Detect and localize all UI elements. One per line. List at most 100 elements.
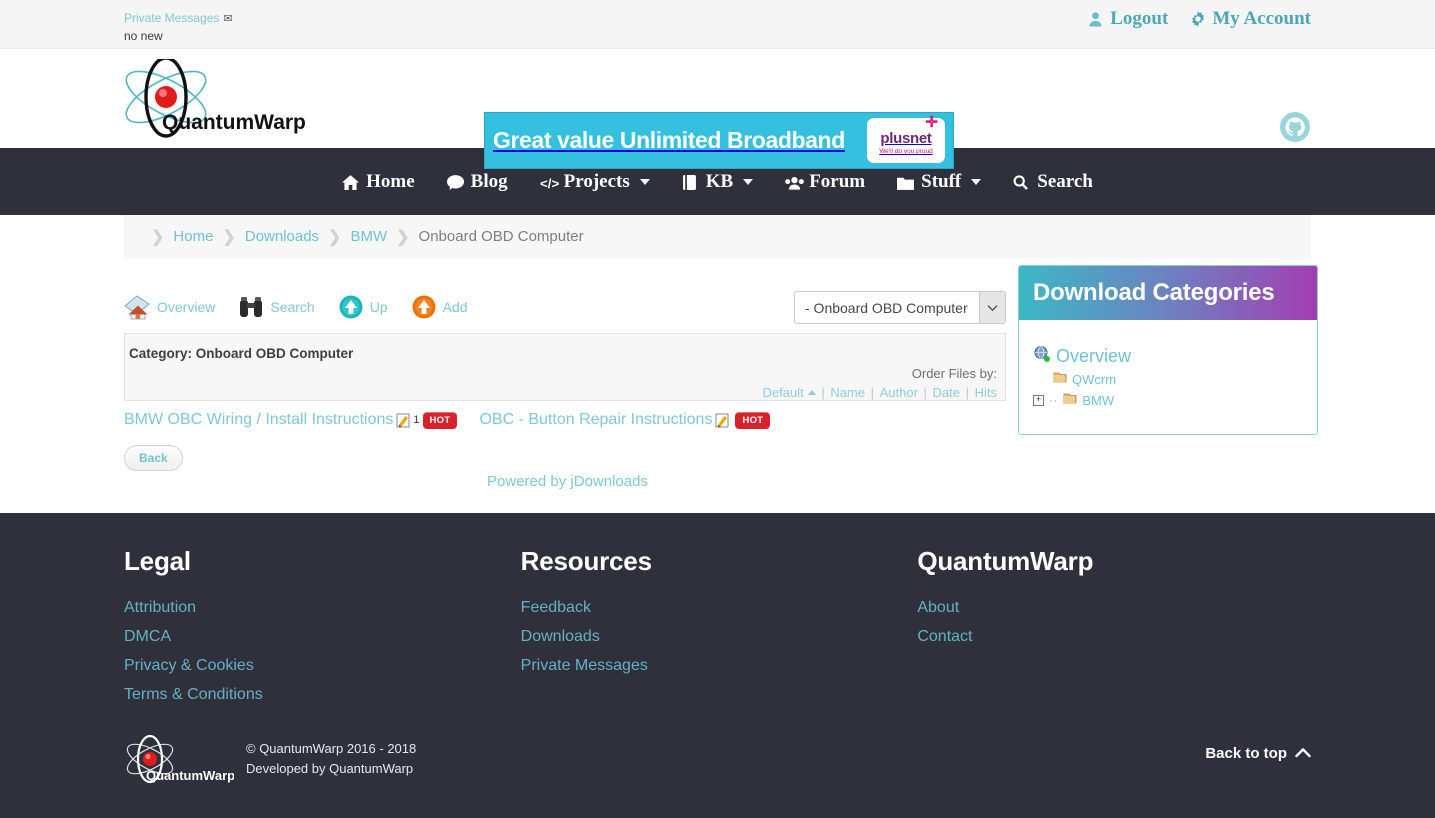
my-account-button[interactable]: My Account [1190, 8, 1311, 30]
footer-link-privacy[interactable]: Privacy & Cookies [124, 657, 521, 675]
order-option-author[interactable]: Author [880, 385, 918, 400]
folder-icon [897, 174, 914, 189]
advert-banner[interactable]: Great value Unlimited Broadband ✛ plusne… [484, 112, 954, 169]
order-separator: | [816, 385, 831, 400]
toolbar-search-button[interactable]: Search [237, 294, 314, 320]
logout-button[interactable]: Logout [1088, 8, 1168, 30]
nav-label: Search [1037, 171, 1093, 193]
footer-link-downloads[interactable]: Downloads [521, 628, 918, 646]
svg-text:QuantumWarp: QuantumWarp [146, 768, 234, 783]
footer-link-contact[interactable]: Contact [917, 628, 1314, 646]
powered-by-block: Powered by jDownloads [124, 473, 1011, 490]
chevron-down-icon [743, 179, 753, 185]
back-to-top-button[interactable]: Back to top [1205, 745, 1311, 762]
tree-item-qwcrm[interactable]: QWcrm [1033, 370, 1317, 389]
order-option-hits[interactable]: Hits [975, 385, 997, 400]
toolbar-search-label: Search [270, 299, 314, 315]
nav-item-search[interactable]: Search [997, 171, 1109, 193]
powered-by-link[interactable]: Powered by jDownloads [487, 473, 648, 490]
category-select[interactable]: - Onboard OBD Computer [794, 291, 1006, 324]
plusnet-logo: ✛ plusnet We'll do you proud [867, 118, 945, 163]
footer-link-dmca[interactable]: DMCA [124, 628, 521, 646]
tree-item-overview[interactable]: Overview [1033, 345, 1317, 368]
file-entry: BMW OBC Wiring / Install Instructions 1 … [124, 411, 457, 429]
category-tree: Overview QWcrm + ·· BMW [1019, 320, 1317, 410]
footer-developed-by: Developed by QuantumWarp [246, 759, 416, 779]
category-select-value: - Onboard OBD Computer [795, 300, 979, 316]
footer-link-private-messages[interactable]: Private Messages [521, 657, 918, 675]
nav-item-kb[interactable]: KB [666, 171, 769, 193]
nav-item-blog[interactable]: Blog [431, 171, 524, 193]
expand-plus-icon[interactable]: + [1033, 395, 1044, 406]
tree-item-bmw[interactable]: + ·· BMW [1033, 391, 1317, 410]
private-messages-block: Private Messages✉ no new [124, 10, 233, 44]
nav-label: Forum [809, 171, 865, 193]
order-files-label: Order Files by: [763, 366, 998, 381]
toolbar-up-label: Up [370, 299, 388, 315]
folder-icon [1063, 391, 1077, 410]
footer-heading: Resources [521, 546, 918, 577]
footer-column-legal: Legal Attribution DMCA Privacy & Cookies… [124, 546, 521, 715]
my-account-label: My Account [1212, 8, 1311, 30]
breadcrumb-item-home[interactable]: Home [173, 228, 213, 245]
file-entry: OBC - Button Repair Instructions HOT [479, 411, 770, 429]
order-separator: | [960, 385, 975, 400]
pm-status-text: no new [124, 28, 233, 44]
github-link[interactable] [1279, 111, 1311, 143]
site-logo[interactable]: QuantumWarp [124, 59, 324, 139]
footer-link-about[interactable]: About [917, 599, 1314, 617]
nav-label: Projects [564, 171, 630, 193]
chevron-down-icon [640, 179, 650, 185]
github-icon [1279, 111, 1311, 143]
site-footer: Legal Attribution DMCA Privacy & Cookies… [0, 513, 1435, 818]
download-categories-panel: Download Categories Overview QWcrm + ·· [1018, 265, 1318, 435]
order-files-links: Default | Name | Author | Date | Hits [763, 385, 998, 400]
site-header: QuantumWarp Great value Unlimited Broadb… [0, 49, 1435, 148]
toolbar-add-button[interactable]: Add [410, 294, 468, 320]
breadcrumb-separator-icon: ❯ [142, 227, 173, 247]
file-link[interactable]: OBC - Button Repair Instructions [479, 411, 712, 429]
order-option-date[interactable]: Date [933, 385, 960, 400]
chevron-down-icon[interactable] [979, 292, 1005, 323]
breadcrumb-item-bmw[interactable]: BMW [350, 228, 387, 245]
edit-pencil-icon[interactable] [715, 413, 729, 428]
footer-copyright: © QuantumWarp 2016 - 2018 [246, 739, 416, 759]
tree-label[interactable]: Overview [1056, 346, 1131, 367]
back-button[interactable]: Back [124, 445, 183, 471]
order-separator: | [918, 385, 933, 400]
nav-item-projects[interactable]: </> Projects [524, 171, 666, 193]
account-links: Logout My Account [1088, 8, 1311, 30]
file-link[interactable]: BMW OBC Wiring / Install Instructions [124, 411, 393, 429]
caret-up-icon [808, 390, 816, 395]
footer-bottom: QuantumWarp © QuantumWarp 2016 - 2018 De… [124, 735, 416, 787]
toolbar-up-button[interactable]: Up [337, 294, 388, 320]
order-option-default[interactable]: Default [763, 385, 804, 400]
footer-link-feedback[interactable]: Feedback [521, 599, 918, 617]
toolbar-overview-button[interactable]: Overview [124, 294, 215, 320]
nav-label: Stuff [921, 171, 961, 193]
footer-link-terms[interactable]: Terms & Conditions [124, 686, 521, 704]
footer-heading: QuantumWarp [917, 546, 1314, 577]
gear-icon [1190, 11, 1205, 27]
breadcrumb-item-downloads[interactable]: Downloads [245, 228, 319, 245]
edit-pencil-icon[interactable] [396, 413, 410, 428]
chevron-down-icon [971, 179, 981, 185]
tree-label[interactable]: BMW [1082, 393, 1114, 408]
order-option-name[interactable]: Name [830, 385, 865, 400]
chevron-up-icon [1295, 745, 1311, 762]
globe-icon [1033, 345, 1051, 368]
tree-label[interactable]: QWcrm [1072, 372, 1116, 387]
nav-item-stuff[interactable]: Stuff [881, 171, 997, 193]
nav-item-forum[interactable]: Forum [769, 171, 881, 193]
private-messages-link[interactable]: Private Messages [124, 11, 219, 25]
user-icon [1088, 11, 1103, 27]
breadcrumb-separator-icon: ❯ [213, 227, 244, 247]
breadcrumb-separator-icon: ❯ [319, 227, 350, 247]
svg-text:</>: </> [540, 176, 559, 190]
back-to-top-label: Back to top [1205, 745, 1287, 762]
status-badge: HOT [735, 412, 770, 429]
footer-columns: Legal Attribution DMCA Privacy & Cookies… [124, 546, 1314, 715]
footer-link-attribution[interactable]: Attribution [124, 599, 521, 617]
nav-item-home[interactable]: Home [326, 171, 431, 193]
status-badge: HOT [423, 412, 458, 429]
